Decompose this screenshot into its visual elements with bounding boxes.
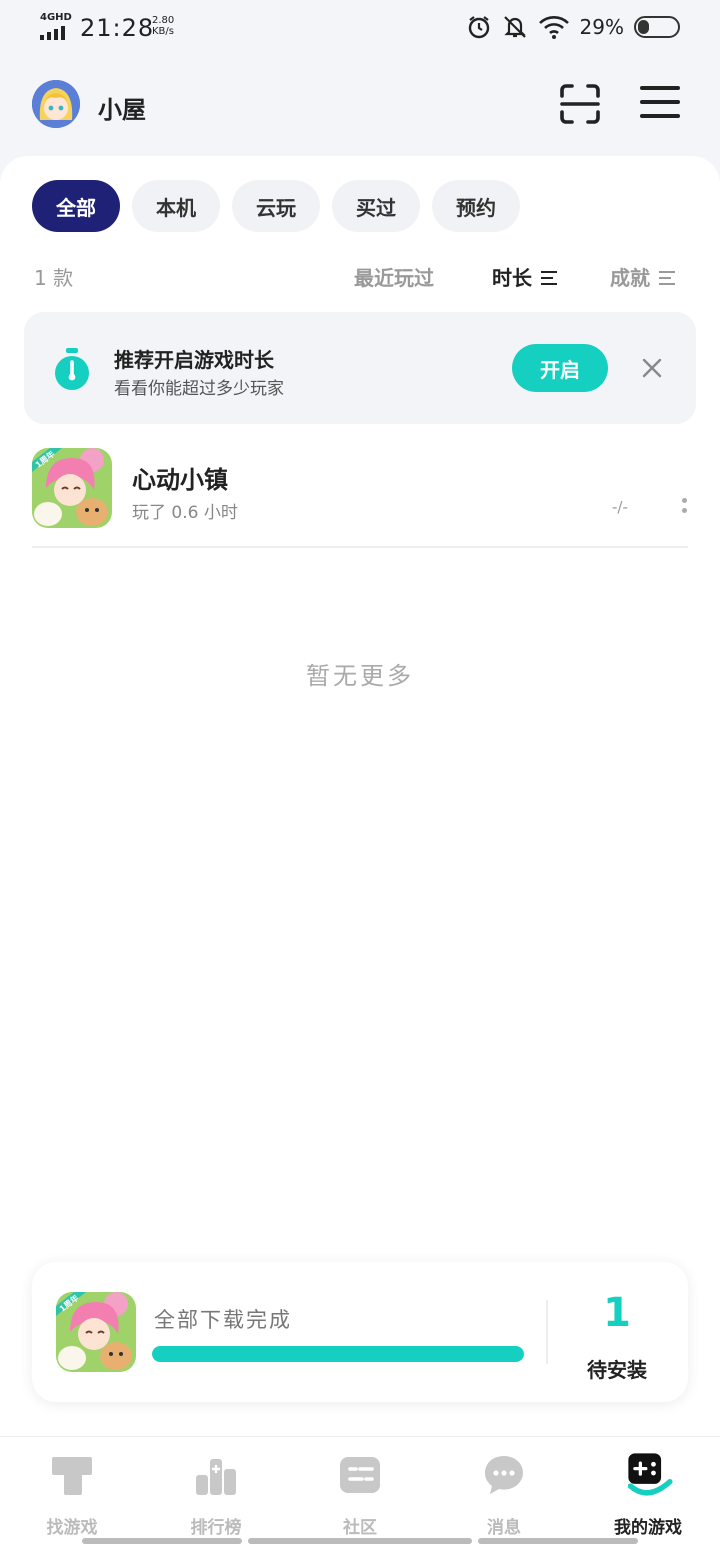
sort-recent[interactable]: 最近玩过: [354, 262, 434, 291]
tab-ranking[interactable]: 排行榜: [144, 1453, 288, 1538]
community-icon: [340, 1457, 380, 1493]
game-icon[interactable]: 1周年: [32, 448, 112, 528]
avatar[interactable]: [32, 80, 80, 128]
header: 小屋: [0, 78, 720, 134]
battery-icon: [634, 16, 680, 38]
sort-duration-label: 时长: [492, 266, 532, 290]
playtime-banner: 推荐开启游戏时长 看看你能超过多少玩家 开启: [24, 312, 696, 424]
message-icon: [485, 1456, 523, 1494]
game-name: 心动小镇: [132, 466, 228, 494]
game-count: 1 款: [34, 266, 74, 290]
bottom-tab-bar: 找游戏 排行榜 社区 消息 我的游戏: [0, 1436, 720, 1544]
main-card: 全部 本机 云玩 买过 预约 1 款 最近玩过 时长 成就 推荐开启游戏时长 看…: [0, 156, 720, 1446]
battery-percent: 29%: [579, 15, 624, 39]
wifi-icon: [538, 16, 569, 39]
pending-label: 待安装: [587, 1358, 647, 1382]
filter-chip-reserved[interactable]: 预约: [432, 180, 520, 232]
tab-label: 找游戏: [46, 1518, 98, 1538]
download-progress: [152, 1346, 524, 1362]
download-card[interactable]: 1周年 全部下载完成 1 待安装: [32, 1262, 688, 1402]
stopwatch-icon: [55, 348, 89, 390]
tab-messages[interactable]: 消息: [432, 1453, 576, 1538]
speed-unit: KB/s: [152, 26, 174, 37]
sort-achievement[interactable]: 成就: [610, 262, 677, 291]
alarm-icon: [468, 16, 489, 39]
download-game-icon: 1周年: [56, 1292, 136, 1372]
nav-indicator: [82, 1538, 242, 1544]
nav-indicator: [248, 1538, 472, 1544]
status-bar: 4GHD 21:28 2.80 KB/s 29%: [0, 0, 720, 58]
sort-duration[interactable]: 时长: [492, 262, 559, 291]
tab-community[interactable]: 社区: [288, 1453, 432, 1538]
network-speed: 2.80 KB/s: [152, 15, 174, 37]
clock: 21:28: [80, 14, 155, 42]
divider: [546, 1300, 548, 1364]
speed-value: 2.80: [152, 15, 175, 26]
tab-label: 社区: [343, 1518, 377, 1538]
pending-count: 1: [603, 1290, 631, 1336]
empty-text: 暂无更多: [306, 662, 414, 690]
filter-chip-local[interactable]: 本机: [132, 180, 220, 232]
menu-icon[interactable]: [640, 86, 680, 122]
page-title: 小屋: [98, 96, 146, 124]
filter-chip-purchased[interactable]: 买过: [332, 180, 420, 232]
mute-bell-icon: [503, 16, 526, 38]
enable-button[interactable]: 开启: [512, 344, 608, 392]
sort-icon: [540, 271, 557, 285]
tab-label: 我的游戏: [614, 1518, 682, 1538]
network-type: 4GHD: [40, 12, 72, 23]
game-playtime: 玩了 0.6 小时: [132, 503, 238, 523]
game-achievement: -/-: [612, 498, 628, 516]
filter-chip-cloud[interactable]: 云玩: [232, 180, 320, 232]
sort-icon: [658, 271, 675, 285]
find-games-icon: [52, 1457, 92, 1495]
game-item[interactable]: 1周年 心动小镇 玩了 0.6 小时 -/-: [32, 448, 688, 548]
download-status: 全部下载完成: [154, 1308, 292, 1332]
filter-chip-all[interactable]: 全部: [32, 180, 120, 232]
banner-subtitle: 看看你能超过多少玩家: [114, 379, 284, 399]
signal-icon: 4GHD: [38, 12, 72, 40]
ranking-icon: [196, 1459, 236, 1495]
sort-row: 1 款 最近玩过 时长 成就: [32, 260, 688, 290]
tab-label: 排行榜: [190, 1518, 242, 1538]
close-icon[interactable]: [638, 354, 666, 382]
scan-icon[interactable]: [558, 82, 602, 126]
banner-title: 推荐开启游戏时长: [114, 348, 274, 372]
tab-label: 消息: [487, 1518, 521, 1538]
tab-my-games[interactable]: 我的游戏: [576, 1453, 720, 1538]
nav-indicator: [478, 1538, 638, 1544]
my-games-icon: [627, 1453, 673, 1496]
filter-chips: 全部 本机 云玩 买过 预约: [32, 180, 520, 232]
more-icon[interactable]: [682, 498, 688, 516]
tab-find-games[interactable]: 找游戏: [0, 1453, 144, 1538]
sort-achievement-label: 成就: [610, 266, 650, 290]
